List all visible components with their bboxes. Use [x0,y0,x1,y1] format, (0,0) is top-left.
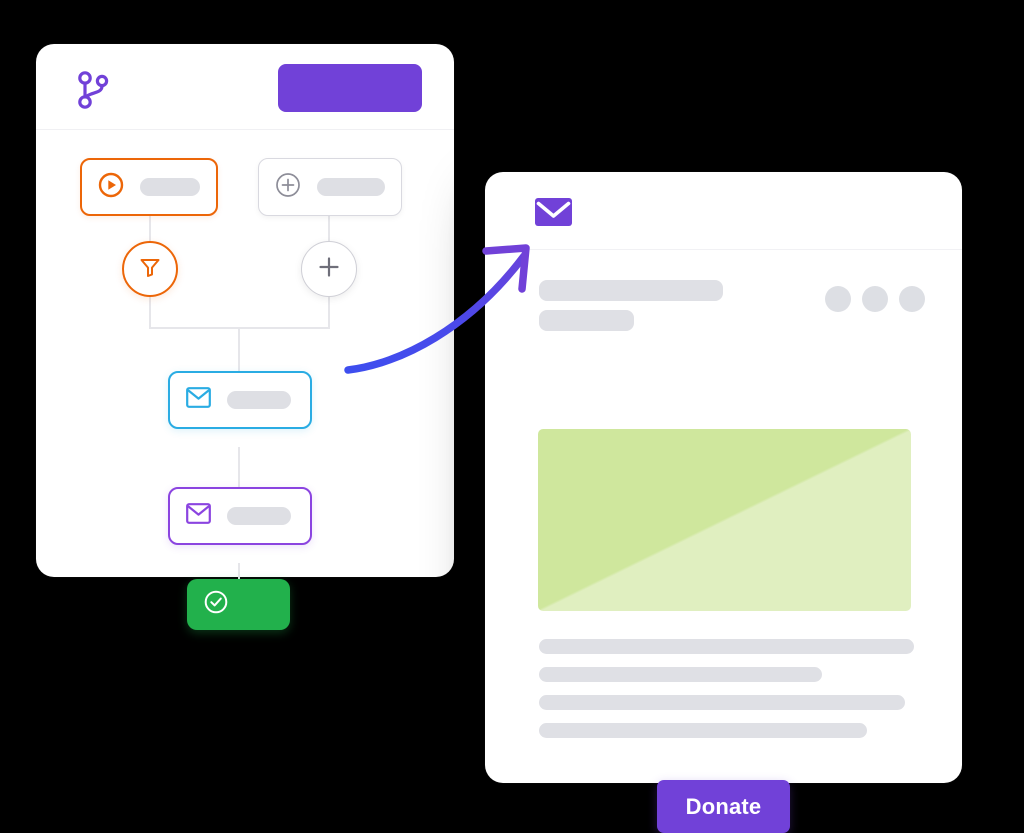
action-node-label [317,178,385,196]
trigger-node-label [140,178,200,196]
connector-merge-to-email [238,327,240,371]
avatar [899,286,925,312]
email-preview-panel: Donate [485,172,962,833]
email-node-secondary-label [227,507,291,525]
preview-body-line [539,667,822,682]
filter-node[interactable] [122,241,178,297]
connector-email-to-email [238,447,240,487]
preview-body-line [539,639,914,654]
avatar [862,286,888,312]
connector-filter-down [149,297,151,329]
hero-image-placeholder [538,429,911,611]
funnel-icon [139,256,161,283]
plus-icon [317,255,341,284]
preview-body-line [539,723,867,738]
connector-trigger-to-filter [149,215,151,241]
workflow-header [36,44,454,130]
email-node-primary-label [227,391,291,409]
envelope-filled-icon [535,198,572,231]
trigger-node[interactable] [80,158,218,216]
preview-subtitle-line [539,310,634,331]
end-node[interactable] [187,579,290,630]
workflow-canvas [36,130,454,630]
envelope-outline-icon [186,387,211,413]
add-step-node[interactable] [301,241,357,297]
email-node-primary[interactable] [168,371,312,429]
workflow-primary-button[interactable] [278,64,422,112]
git-branch-icon [76,70,110,115]
check-circle-icon [203,589,229,620]
avatar [825,286,851,312]
donate-button[interactable]: Donate [657,780,790,833]
envelope-outline-icon [186,503,211,529]
play-circle-icon [98,172,124,203]
workflow-builder-panel [36,44,454,630]
connector-action-to-add [328,215,330,241]
connector-add-down [328,297,330,329]
preview-title-line [539,280,723,301]
email-preview-header [485,172,962,250]
action-node[interactable] [258,158,402,216]
plus-circle-icon [275,172,301,203]
email-node-secondary[interactable] [168,487,312,545]
preview-body-line [539,695,905,710]
